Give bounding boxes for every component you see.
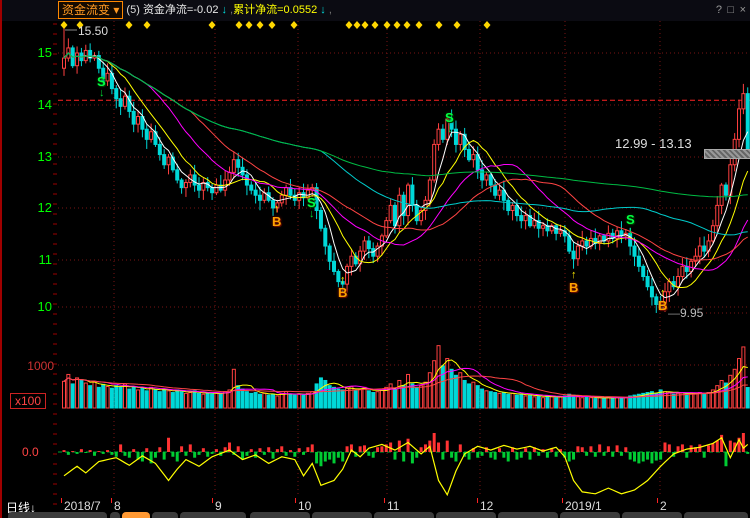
timeline-tick — [61, 498, 62, 503]
timeline-month-label: 11 — [387, 499, 399, 513]
scrollbar-segment[interactable] — [180, 512, 246, 518]
timeline-tick — [212, 498, 213, 503]
timeline-month-label: 8 — [114, 499, 121, 513]
flow-zero-label: 0.0 — [22, 445, 39, 459]
volume-tick-label: 1000 — [24, 359, 54, 373]
sell-arrow-icon: ↓ — [447, 123, 453, 135]
scrollbar-segment[interactable] — [622, 512, 682, 518]
timeline-tick — [295, 498, 296, 503]
scrollbar-segment[interactable] — [8, 512, 107, 518]
indicator-dropdown[interactable]: 资金流变 ▾ — [58, 1, 123, 19]
session-low-label: —9.95 — [668, 306, 703, 320]
buy-signal-marker: B — [569, 280, 578, 295]
chart-canvas[interactable] — [2, 0, 750, 518]
price-axis-label: 10 — [8, 299, 52, 314]
sell-arrow-icon: ↓ — [628, 225, 634, 237]
scrollbar-segment[interactable] — [152, 512, 178, 518]
volume-unit-label: x100 — [10, 393, 46, 409]
sell-arrow-icon: ↓ — [99, 87, 105, 99]
sell-arrow-icon: ↓ — [309, 208, 315, 220]
buy-arrow-icon: ↑ — [660, 287, 666, 299]
timeline-tick — [384, 498, 385, 503]
low-leader-line: — — [668, 306, 680, 320]
timeline-tick — [111, 498, 112, 503]
maximize-icon[interactable]: □ — [727, 0, 734, 20]
price-axis-label: 15 — [8, 45, 52, 60]
scrollbar-segment[interactable] — [436, 512, 496, 518]
close-icon[interactable]: × — [740, 0, 746, 20]
buy-signal-marker: B — [338, 285, 347, 300]
scrollbar-segment[interactable] — [498, 512, 558, 518]
indicator-param: (5) — [126, 4, 139, 16]
session-high-label: 15.50 — [78, 24, 108, 38]
timeline-month-label: 2018/7 — [64, 499, 101, 513]
buy-signal-marker: B — [272, 214, 281, 229]
scrollbar-segment[interactable] — [110, 512, 120, 518]
scrollbar-segment[interactable] — [312, 512, 372, 518]
buy-signal-marker: B — [658, 298, 667, 313]
timeline-tick — [657, 498, 658, 503]
indicator-value: 累计净流=0.0552 ↓ — [233, 4, 326, 16]
price-axis-label: 11 — [8, 252, 52, 267]
help-icon[interactable]: ? — [716, 0, 722, 20]
scrollbar-segment[interactable] — [250, 512, 310, 518]
timeline-tick — [477, 498, 478, 503]
scrollbar-segment[interactable] — [560, 512, 620, 518]
price-axis-label: 12 — [8, 200, 52, 215]
timeline-month-label: 10 — [298, 499, 311, 513]
buy-arrow-icon: ↑ — [340, 274, 346, 286]
indicator-value: 资金净流=-0.02 ↓ — [143, 4, 227, 16]
scrollbar-segment[interactable] — [374, 512, 434, 518]
buy-arrow-icon: ↑ — [274, 203, 280, 215]
scrollbar-segment[interactable] — [684, 512, 748, 518]
timeline-month-label: 12 — [480, 499, 493, 513]
last-price-range-label: 12.99 - 13.13 — [615, 136, 692, 151]
timeline-month-label: 2019/1 — [565, 499, 602, 513]
price-axis-label: 13 — [8, 149, 52, 164]
buy-arrow-icon: ↑ — [571, 269, 577, 281]
timeline-tick — [562, 498, 563, 503]
timeline-month-label: 9 — [215, 499, 222, 513]
timeline-month-label: 2 — [660, 499, 667, 513]
stock-chart-window: MA▾ (5,10,20,30,60,250) MA1=13.092 ↑ ,MA… — [0, 0, 750, 518]
price-axis-label: 14 — [8, 97, 52, 112]
last-price-tag — [704, 149, 750, 159]
scrollbar-thumb[interactable] — [122, 512, 150, 518]
flow-indicator-header: 资金流变 ▾ (5) 资金净流=-0.02 ↓ ,累计净流=0.0552 ↓ ,… — [2, 0, 750, 20]
